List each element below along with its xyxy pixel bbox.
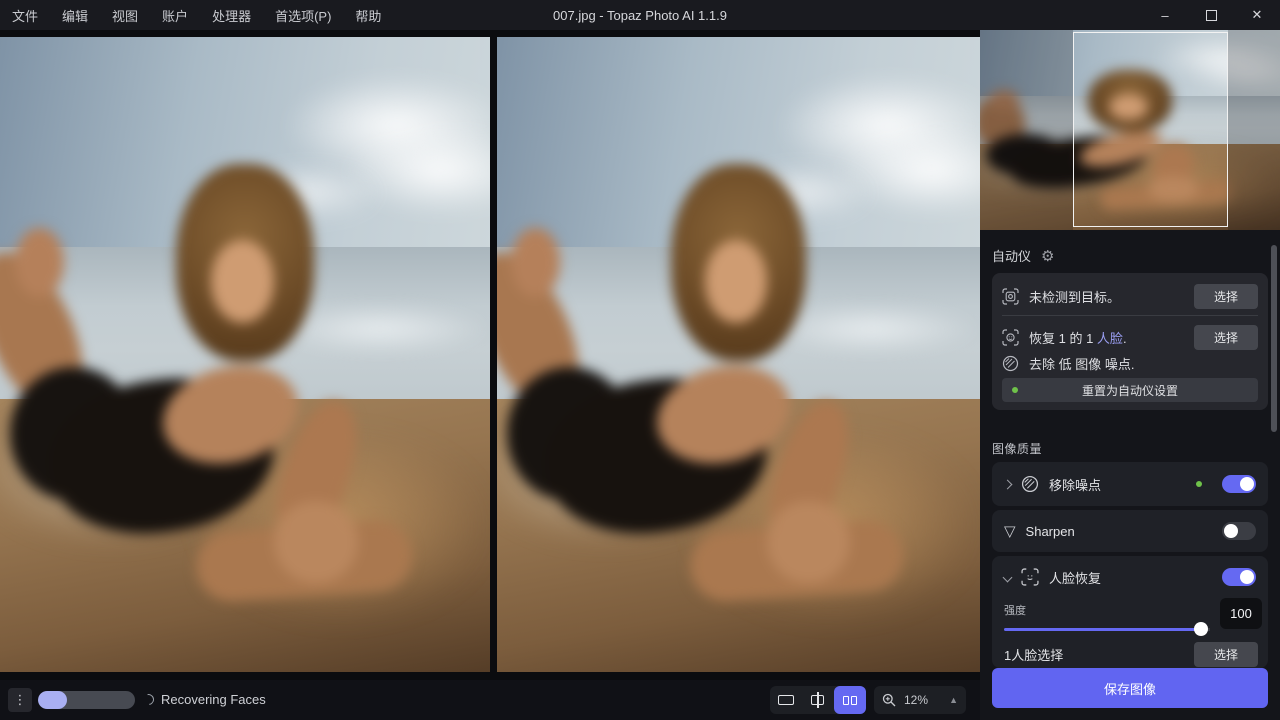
- panel-scrollbar[interactable]: [1271, 245, 1277, 432]
- progress-status-text: Recovering Faces: [161, 692, 266, 707]
- autopilot-status-card: 未检测到目标。 选择 恢复 1 的 1 人脸. 选择 去除 低 图像 噪点.: [992, 273, 1268, 410]
- bottom-bar: ⋮ Recovering Faces 12% ▲: [0, 680, 980, 720]
- settings-panel: 自动仪 ⚙ 未检测到目标。 选择 恢复 1 的 1 人脸. 选择: [980, 30, 1280, 720]
- slider-thumb[interactable]: [1194, 622, 1208, 636]
- minimize-button[interactable]: –: [1142, 0, 1188, 30]
- face-detect-icon: [1002, 329, 1019, 346]
- sharpen-card[interactable]: ▽ Sharpen: [992, 510, 1268, 552]
- menu-preferences[interactable]: 首选项(P): [275, 6, 331, 25]
- sharpen-icon: ▽: [1004, 522, 1016, 540]
- chevron-down-icon[interactable]: [1003, 572, 1013, 582]
- navigator-thumbnail[interactable]: [980, 30, 1280, 230]
- menu-bar: 文件 编辑 视图 账户 处理器 首选项(P) 帮助: [0, 6, 381, 25]
- card-divider: [1002, 315, 1258, 316]
- reset-autopilot-button[interactable]: 重置为自动仪设置: [1002, 378, 1258, 402]
- sharpen-label: Sharpen: [1026, 524, 1075, 539]
- remove-noise-card[interactable]: 移除噪点: [992, 462, 1268, 506]
- autopilot-title: 自动仪: [992, 246, 1031, 265]
- kebab-icon: ⋮: [14, 692, 27, 708]
- navigator-viewport-rect[interactable]: [1073, 32, 1228, 227]
- face-select-label: 1人脸选择: [1004, 645, 1063, 664]
- autopilot-header: 自动仪 ⚙: [992, 246, 1054, 265]
- face-restore-row: 恢复 1 的 1 人脸. 选择: [1002, 324, 1258, 350]
- strength-slider[interactable]: [1004, 628, 1210, 631]
- noise-icon: [1002, 355, 1019, 372]
- title-bar: 文件 编辑 视图 账户 处理器 首选项(P) 帮助 007.jpg - Topa…: [0, 0, 1280, 30]
- zoom-in-icon: [882, 693, 896, 707]
- zoom-level-value: 12%: [904, 693, 928, 707]
- autopilot-green-dot: [1012, 387, 1018, 393]
- menu-view[interactable]: 视图: [112, 6, 138, 25]
- single-view-icon: [778, 695, 794, 705]
- spinner-icon: [141, 692, 156, 707]
- view-mode-switcher: [770, 686, 866, 714]
- noise-icon: [1021, 475, 1039, 493]
- autopilot-enabled-dot: [1196, 481, 1202, 487]
- close-icon: ✕: [1252, 7, 1263, 23]
- face-restore-text: 恢复 1 的 1 人脸.: [1029, 328, 1127, 347]
- split-view-button[interactable]: [802, 686, 834, 714]
- denoise-row: 去除 低 图像 噪点.: [1002, 350, 1258, 376]
- menu-processor[interactable]: 处理器: [212, 6, 251, 25]
- before-image[interactable]: [0, 37, 490, 672]
- split-view-icon: [810, 692, 826, 708]
- face-count-highlight: 人脸: [1097, 331, 1123, 346]
- menu-help[interactable]: 帮助: [355, 6, 381, 25]
- strength-value-input[interactable]: 100: [1220, 598, 1262, 629]
- save-image-button[interactable]: 保存图像: [992, 668, 1268, 708]
- select-subject-button[interactable]: 选择: [1194, 284, 1258, 309]
- chevron-right-icon[interactable]: [1003, 479, 1013, 489]
- zoom-caret-icon: ▲: [949, 695, 958, 705]
- side-by-side-icon: [843, 696, 857, 705]
- no-target-text: 未检测到目标。: [1029, 287, 1120, 306]
- progress-bar: [38, 691, 135, 709]
- face-recovery-card[interactable]: 人脸恢复 强度 100 1人脸选择 选择: [992, 556, 1268, 668]
- gear-icon[interactable]: ⚙: [1041, 247, 1054, 265]
- photo-subject: [0, 37, 490, 672]
- menu-file[interactable]: 文件: [12, 6, 38, 25]
- window-controls: – ✕: [1142, 0, 1280, 30]
- sharpen-toggle[interactable]: [1222, 522, 1256, 540]
- face-recovery-label: 人脸恢复: [1049, 568, 1101, 587]
- after-image[interactable]: [497, 37, 980, 672]
- remove-noise-label: 移除噪点: [1049, 475, 1101, 494]
- remove-noise-toggle[interactable]: [1222, 475, 1256, 493]
- menu-account[interactable]: 账户: [162, 6, 188, 25]
- image-viewer: [0, 30, 980, 680]
- face-recovery-toggle[interactable]: [1222, 568, 1256, 586]
- close-button[interactable]: ✕: [1234, 0, 1280, 30]
- face-recovery-icon: [1021, 568, 1039, 586]
- single-view-button[interactable]: [770, 686, 802, 714]
- maximize-button[interactable]: [1188, 0, 1234, 30]
- select-faces-button[interactable]: 选择: [1194, 325, 1258, 350]
- minimize-icon: –: [1161, 8, 1168, 23]
- menu-edit[interactable]: 编辑: [62, 6, 88, 25]
- side-by-side-view-button[interactable]: [834, 686, 866, 714]
- no-target-row: 未检测到目标。 选择: [1002, 283, 1258, 309]
- zoom-control[interactable]: 12% ▲: [874, 686, 966, 714]
- queue-menu-button[interactable]: ⋮: [8, 688, 32, 712]
- image-quality-section-title: 图像质量: [992, 440, 1042, 457]
- strength-label: 强度: [1004, 602, 1026, 618]
- select-face-button[interactable]: 选择: [1194, 642, 1258, 667]
- denoise-text: 去除 低 图像 噪点.: [1029, 354, 1134, 373]
- subject-target-icon: [1002, 288, 1019, 305]
- maximize-icon: [1206, 10, 1217, 21]
- progress-fill: [38, 691, 67, 709]
- window-title: 007.jpg - Topaz Photo AI 1.1.9: [553, 8, 727, 23]
- face-selection-row: 1人脸选择 选择: [1004, 642, 1258, 667]
